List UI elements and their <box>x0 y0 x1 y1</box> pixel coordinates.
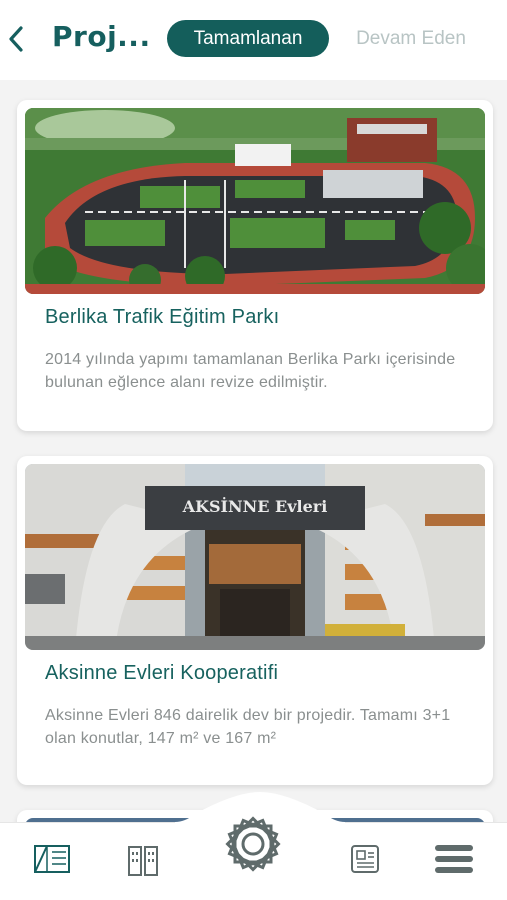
project-card[interactable]: AKSİNNE Evleri Aksinne Evleri Kooperatif… <box>17 456 493 785</box>
project-title: Aksinne Evleri Kooperatifi <box>45 662 279 684</box>
top-bar: Proj... Tamamlanan Devam Eden <box>0 0 507 80</box>
back-button[interactable] <box>4 22 28 56</box>
nav-menu[interactable] <box>432 837 476 881</box>
tab-ongoing[interactable]: Devam Eden <box>346 20 476 57</box>
blueprint-icon <box>34 845 70 873</box>
nav-news[interactable] <box>343 837 387 881</box>
page-title: Proj... <box>52 20 151 53</box>
nav-home[interactable] <box>215 806 291 882</box>
news-icon <box>351 845 379 873</box>
chevron-left-icon <box>9 26 23 52</box>
project-description: Aksinne Evleri 846 dairelik dev bir proj… <box>45 707 451 747</box>
nav-buildings[interactable] <box>121 837 165 881</box>
project-image: AKSİNNE Evleri <box>25 464 485 650</box>
project-description: 2014 yılında yapımı tamamlanan Berlika P… <box>45 351 456 391</box>
nav-projects[interactable] <box>30 837 74 881</box>
buildings-icon <box>128 846 158 876</box>
logo-icon <box>225 816 281 872</box>
tab-completed[interactable]: Tamamlanan <box>167 20 329 57</box>
menu-icon <box>435 845 473 873</box>
project-card[interactable]: Berlika Trafik Eğitim Parkı 2014 yılında… <box>17 100 493 431</box>
project-image <box>25 108 485 294</box>
project-title: Berlika Trafik Eğitim Parkı <box>45 306 280 328</box>
sign-text: AKSİNNE Evleri <box>182 496 328 516</box>
